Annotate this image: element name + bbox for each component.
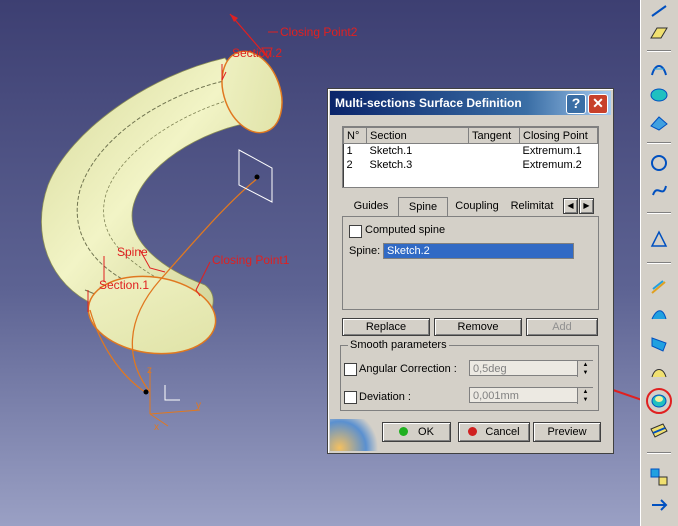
extrude-icon[interactable]	[647, 58, 671, 80]
tab-spine[interactable]: Spine	[398, 197, 448, 217]
deviation-field[interactable]: 0,001mm	[469, 387, 593, 403]
section2-label: Section.2	[232, 46, 282, 60]
help-icon[interactable]: ?	[566, 94, 586, 114]
spine-label: Spine:	[349, 245, 381, 257]
col-number[interactable]: N°	[343, 127, 367, 144]
fill-icon[interactable]	[647, 305, 671, 327]
cancel-icon	[468, 427, 478, 436]
tab-scroll-right-icon[interactable]: ▶	[579, 198, 594, 214]
deviation-label: Deviation :	[359, 391, 411, 403]
deviation-checkbox[interactable]	[344, 391, 357, 404]
col-section[interactable]: Section	[366, 127, 469, 144]
preview-button[interactable]: Preview	[533, 422, 601, 442]
close-icon[interactable]: ✕	[588, 94, 608, 114]
deviation-spinner[interactable]: ▲ ▼	[577, 388, 593, 404]
spine-field[interactable]: Sketch.2	[383, 243, 574, 259]
smooth-parameters-title: Smooth parameters	[348, 339, 449, 351]
closing-point2-label: Closing Point2	[280, 25, 358, 39]
angular-spinner[interactable]: ▲ ▼	[577, 361, 593, 377]
add-button[interactable]: Add	[526, 318, 598, 336]
dialog-title: Multi-sections Surface Definition	[335, 96, 522, 110]
col-closing-point[interactable]: Closing Point	[519, 127, 598, 144]
sweep-icon[interactable]	[647, 276, 671, 298]
point-grid-icon[interactable]	[647, 466, 671, 488]
angular-correction-checkbox[interactable]	[344, 363, 357, 376]
table-row[interactable]: 1 Sketch.1 Extremum.1	[344, 144, 598, 159]
axis-triad: z y x	[147, 365, 201, 433]
tab-coupling[interactable]: Coupling	[450, 197, 504, 216]
computed-spine-label: Computed spine	[365, 224, 446, 236]
svg-text:y: y	[196, 400, 201, 411]
spine-panel: Computed spine Spine: Sketch.2	[342, 216, 599, 310]
revolve-icon[interactable]	[647, 84, 671, 106]
multi-sections-surface-icon[interactable]	[646, 388, 672, 414]
col-tangent[interactable]: Tangent	[468, 127, 520, 144]
sphere-icon[interactable]	[647, 112, 671, 134]
spine-label: Spine	[117, 245, 148, 259]
replace-button[interactable]: Replace	[342, 318, 430, 336]
catia-logo	[330, 419, 378, 451]
tab-relimitation[interactable]: Relimitat	[507, 197, 557, 216]
blend-icon[interactable]	[647, 333, 671, 355]
corner-icon[interactable]	[647, 228, 671, 250]
tab-scroll-left-icon[interactable]: ◀	[563, 198, 578, 214]
multi-sections-dialog: Multi-sections Surface Definition ? ✕ N°…	[327, 88, 614, 454]
svg-text:z: z	[147, 365, 152, 376]
angular-correction-label: Angular Correction :	[359, 363, 457, 375]
ok-icon	[399, 427, 409, 436]
join-icon[interactable]	[647, 420, 671, 442]
tab-guides[interactable]: Guides	[346, 197, 396, 216]
sections-table[interactable]: N° Section Tangent Closing Point 1 Sketc…	[342, 126, 599, 188]
circle-icon[interactable]	[647, 152, 671, 174]
angular-correction-field[interactable]: 0,5deg	[469, 360, 593, 376]
svg-text:x: x	[154, 422, 159, 433]
remove-button[interactable]: Remove	[434, 318, 522, 336]
plane-tool-icon[interactable]	[647, 22, 671, 44]
ok-button[interactable]: OK	[382, 422, 451, 442]
spline-icon[interactable]	[647, 180, 671, 202]
transform-icon[interactable]	[647, 494, 671, 516]
right-toolbar	[640, 0, 678, 526]
table-row[interactable]: 2 Sketch.3 Extremum.2	[344, 158, 598, 172]
line-icon[interactable]	[647, 0, 671, 22]
computed-spine-checkbox[interactable]	[349, 225, 362, 238]
cancel-button[interactable]: Cancel	[458, 422, 530, 442]
dialog-titlebar[interactable]: Multi-sections Surface Definition ? ✕	[330, 91, 611, 115]
section1-label: Section.1	[99, 278, 149, 292]
closing-point1-label: Closing Point1	[212, 253, 290, 267]
offset-icon[interactable]	[647, 361, 671, 383]
